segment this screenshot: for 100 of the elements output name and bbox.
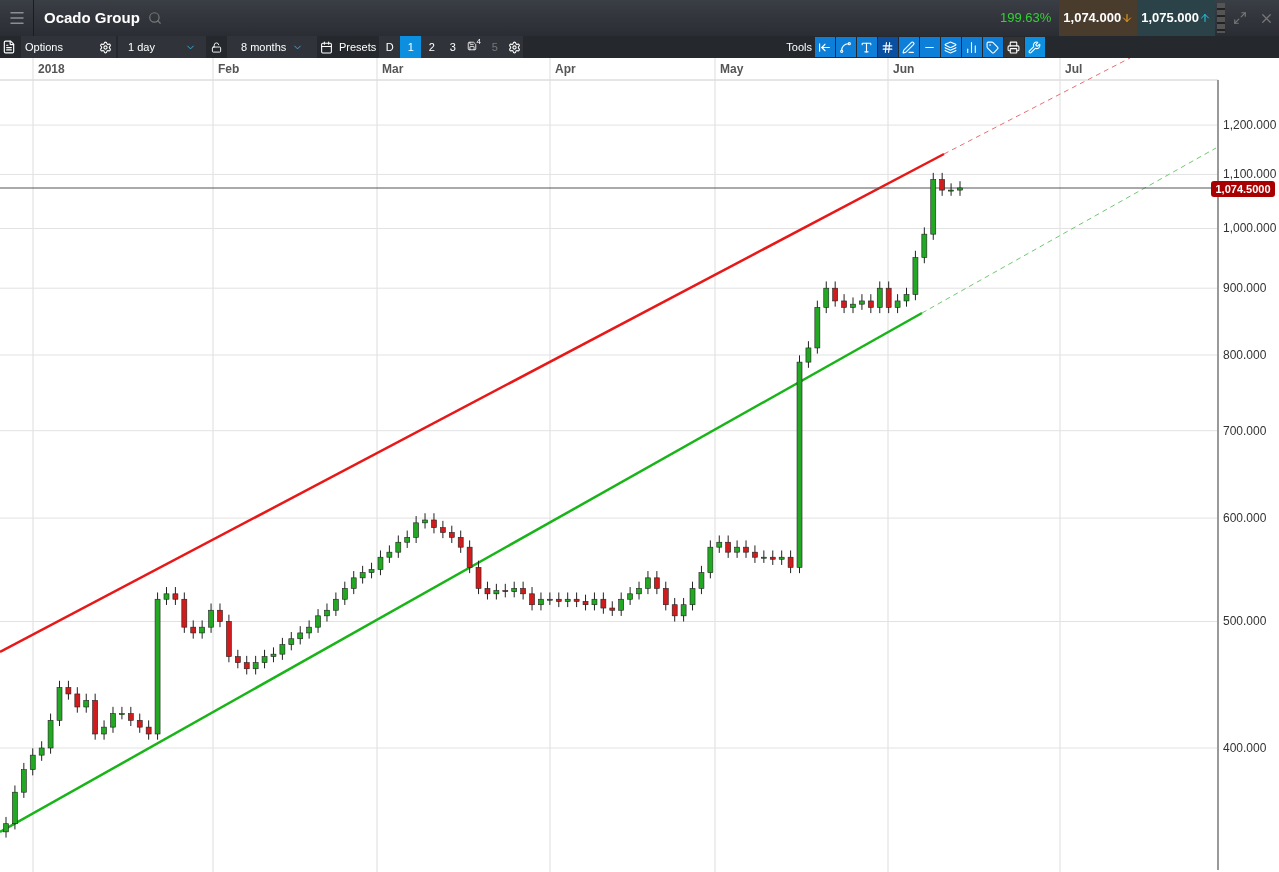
candle bbox=[136, 713, 143, 734]
grid-icon[interactable] bbox=[878, 37, 898, 57]
text-icon[interactable] bbox=[857, 37, 877, 57]
candle bbox=[502, 583, 509, 598]
lock-icon[interactable] bbox=[211, 41, 222, 53]
candle bbox=[769, 549, 776, 566]
document-icon[interactable] bbox=[2, 40, 16, 54]
buy-price-button[interactable]: 1,075.000 bbox=[1137, 0, 1215, 36]
candle bbox=[859, 293, 865, 311]
candle bbox=[466, 539, 473, 574]
candle bbox=[645, 570, 651, 595]
range-dropdown[interactable]: 8 months bbox=[227, 36, 317, 58]
candle bbox=[128, 706, 134, 727]
candle bbox=[47, 713, 54, 755]
candle bbox=[226, 614, 232, 663]
month-label: Apr bbox=[555, 62, 576, 76]
price-axis-label: 500.000 bbox=[1223, 614, 1267, 629]
preset-tab[interactable]: 3 bbox=[442, 36, 464, 58]
down-arrow-icon bbox=[1121, 12, 1134, 24]
candle bbox=[12, 784, 18, 830]
candle bbox=[217, 603, 223, 628]
candle bbox=[573, 592, 580, 608]
save-icon bbox=[466, 41, 477, 51]
candle bbox=[734, 539, 740, 559]
candle bbox=[324, 603, 330, 623]
candle bbox=[377, 549, 384, 576]
price-axis-label: 1,000.000 bbox=[1223, 221, 1277, 236]
layers-icon[interactable] bbox=[941, 37, 961, 57]
search-icon[interactable] bbox=[147, 11, 162, 25]
candle bbox=[29, 747, 36, 776]
settings-icon bbox=[507, 40, 521, 54]
options-button[interactable]: Options bbox=[21, 36, 116, 58]
price-axis-label: 600.000 bbox=[1223, 511, 1267, 526]
month-label: Feb bbox=[218, 62, 240, 76]
candle bbox=[208, 603, 214, 634]
candle bbox=[582, 594, 589, 611]
pen-icon[interactable] bbox=[899, 37, 919, 57]
candle bbox=[342, 581, 348, 606]
candle bbox=[591, 592, 598, 611]
candle bbox=[520, 581, 526, 600]
candle bbox=[440, 520, 446, 539]
price-axis-label: 1,100.000 bbox=[1223, 167, 1277, 182]
save-button[interactable]: 4 bbox=[463, 36, 485, 58]
grip-icon bbox=[1217, 3, 1225, 33]
bars-icon[interactable] bbox=[962, 37, 982, 57]
preset-tab[interactable]: 2 bbox=[421, 36, 443, 58]
month-label: Jun bbox=[893, 62, 915, 76]
lower-trendline[interactable] bbox=[0, 147, 1217, 834]
candle bbox=[600, 592, 607, 615]
price-axis-label: 800.000 bbox=[1223, 348, 1267, 362]
candle bbox=[199, 619, 205, 640]
candle bbox=[110, 706, 116, 734]
interval-dropdown[interactable]: 1 day bbox=[118, 36, 206, 58]
candle bbox=[449, 525, 455, 544]
candle bbox=[350, 570, 357, 595]
candle bbox=[38, 740, 45, 762]
candle bbox=[680, 597, 687, 623]
candle bbox=[529, 586, 535, 611]
month-label: May bbox=[720, 62, 744, 76]
candle bbox=[21, 762, 27, 799]
candle bbox=[333, 592, 339, 617]
candle bbox=[671, 597, 678, 623]
candle bbox=[422, 512, 428, 530]
candle bbox=[368, 562, 375, 579]
candle bbox=[3, 816, 9, 839]
candle bbox=[163, 586, 170, 606]
calendar-icon[interactable] bbox=[320, 40, 333, 54]
candle bbox=[823, 280, 830, 314]
price-axis-label: 1,200.000 bbox=[1223, 118, 1277, 133]
candle bbox=[288, 631, 295, 651]
up-arrow-icon bbox=[1199, 12, 1211, 24]
candle bbox=[627, 586, 633, 606]
candle bbox=[609, 600, 616, 617]
candle bbox=[404, 530, 411, 549]
price-axis-label: 400.000 bbox=[1223, 741, 1267, 755]
candle bbox=[243, 655, 250, 675]
sell-price-button[interactable]: 1,074.000 bbox=[1059, 0, 1138, 36]
candle bbox=[74, 686, 81, 714]
month-label: 2018 bbox=[38, 62, 65, 76]
candle bbox=[484, 581, 491, 600]
preset-tab[interactable]: D bbox=[379, 36, 401, 58]
expand-icon bbox=[1233, 11, 1247, 25]
candle bbox=[431, 512, 437, 534]
candle bbox=[903, 287, 910, 308]
change-percent: 199.63% bbox=[1000, 9, 1052, 28]
candle bbox=[930, 172, 937, 241]
candle bbox=[190, 619, 197, 640]
settings-button[interactable] bbox=[505, 36, 524, 58]
arrow-left-icon[interactable] bbox=[815, 37, 835, 57]
candle bbox=[618, 592, 624, 617]
printer-icon bbox=[1007, 40, 1021, 54]
curve-icon[interactable] bbox=[836, 37, 856, 57]
candle bbox=[235, 649, 241, 669]
print-button[interactable] bbox=[1004, 37, 1024, 57]
candle bbox=[876, 280, 883, 314]
candle bbox=[894, 293, 901, 314]
candle bbox=[56, 680, 63, 727]
candle bbox=[101, 719, 107, 741]
current-price-tag: 1,074.5000 bbox=[1211, 181, 1275, 197]
candle bbox=[413, 515, 419, 544]
